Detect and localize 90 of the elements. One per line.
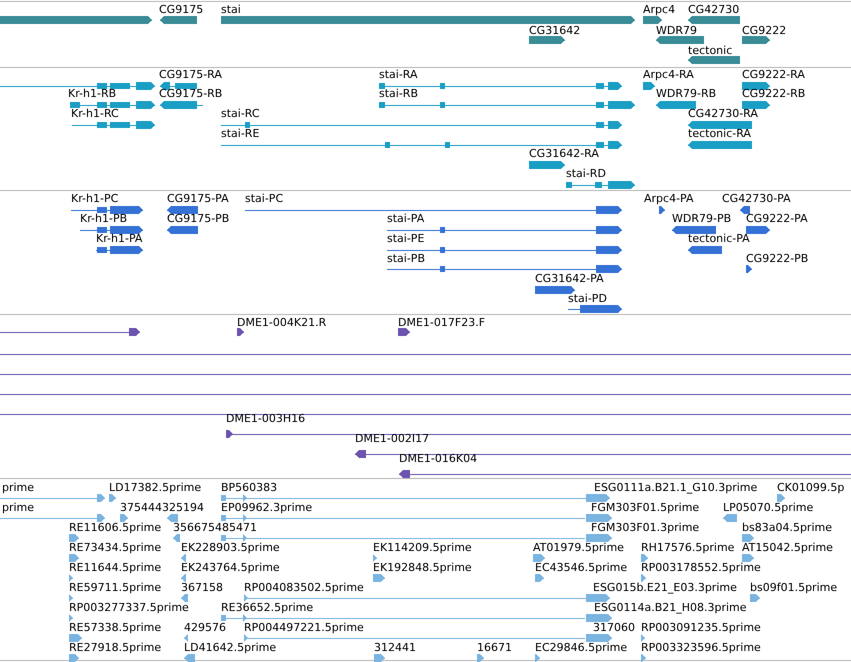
feature-label: prime xyxy=(2,502,34,514)
feature-label: CG9175-PA xyxy=(167,193,229,205)
feature-label: RP003323596.5prime xyxy=(641,642,761,654)
feature-label: AT01979.5prime xyxy=(533,542,624,554)
feature-label: CG9175-RB xyxy=(159,88,222,100)
feature-label: EK243764.5prime xyxy=(181,562,280,574)
feature-label: stai-RD xyxy=(566,168,606,180)
feature-label: RP003091235.5prime xyxy=(641,622,761,634)
feature-label: stai-PA xyxy=(387,213,424,225)
feature-label: 317060 xyxy=(593,622,635,634)
feature-label: stai-RE xyxy=(221,128,260,140)
feature-label: CG9175-PB xyxy=(167,213,230,225)
feature-label: 16671 xyxy=(477,642,512,654)
feature-label: CG31642 xyxy=(529,25,580,37)
feature-label: bs09f01.5prime xyxy=(750,582,838,594)
feature-label: tectonic xyxy=(688,45,732,57)
feature-label: CG9222-PA xyxy=(746,213,808,225)
feature-label: Kr-h1-PB xyxy=(80,213,128,225)
feature-label: stai-PC xyxy=(245,193,284,205)
feature-label: RP003178552.5prime xyxy=(641,562,761,574)
feature-label: stai-PE xyxy=(387,233,424,245)
feature-label: tectonic-PA xyxy=(688,233,750,245)
feature-label: FGM303F01.3prime xyxy=(591,522,700,534)
feature-label: WDR79-PB xyxy=(672,213,732,225)
feature-label: RE36652.5prime xyxy=(221,602,314,614)
feature-label: WDR79 xyxy=(656,25,697,37)
feature-label: DME1-004K21.R xyxy=(237,317,326,329)
feature-label: CK01099.5p xyxy=(777,482,844,494)
feature-label: CG31642-RA xyxy=(529,148,599,160)
feature-label: EK228903.5prime xyxy=(181,542,280,554)
feature-label: RE73434.5prime xyxy=(69,542,162,554)
feature-label: CG9222 xyxy=(742,25,786,37)
feature-label: 312441 xyxy=(374,642,416,654)
feature-label: Arpc4-PA xyxy=(644,193,694,205)
feature-label: RH17576.5prime xyxy=(641,542,734,554)
feature-label: CG9175-RA xyxy=(159,69,222,81)
feature-label: stai-PB xyxy=(387,253,425,265)
feature-label: CG42730-PA xyxy=(722,193,791,205)
feature-label: 429576 xyxy=(184,622,226,634)
feature-label: DME1-017F23.F xyxy=(398,317,486,329)
feature-label: FGM303F01.5prime xyxy=(591,502,700,514)
feature-label: ESG015b.E21_E03.3prime xyxy=(593,582,737,594)
feature-label: EP09962.3prime xyxy=(221,502,312,514)
feature-label: 367158 xyxy=(181,582,223,594)
feature-label: BP560383 xyxy=(221,482,278,494)
feature-label: stai-RC xyxy=(221,108,260,120)
feature-label: RP003277337.5prime xyxy=(69,602,189,614)
feature-label: Kr-h1-PC xyxy=(71,193,118,205)
feature-label: EC29846.5prime xyxy=(535,642,628,654)
feature-label: ESG0111a.B21.1_G10.3prime xyxy=(594,482,758,494)
feature-label: Arpc4 xyxy=(643,4,676,16)
feature-label: stai-RB xyxy=(379,88,418,100)
feature-label: CG42730-RA xyxy=(688,108,758,120)
feature-label: 375444325194 xyxy=(120,502,204,514)
feature-label: stai-RA xyxy=(379,69,418,81)
feature-label: RE11644.5prime xyxy=(69,562,162,574)
feature-label: CG31642-PA xyxy=(535,273,604,285)
feature-label: CG9222-PB xyxy=(746,253,808,265)
feature-label: WDR79-RB xyxy=(656,88,716,100)
feature-label: DME1-002I17 xyxy=(355,433,430,445)
feature-label: stai xyxy=(221,4,241,16)
feature-label: 356675485471 xyxy=(173,522,257,534)
feature-label: RE57338.5prime xyxy=(69,622,162,634)
feature-label: RE59711.5prime xyxy=(69,582,162,594)
feature-label: LD41642.5prime xyxy=(184,642,276,654)
feature-label: tectonic-RA xyxy=(688,128,751,140)
feature-label: CG9175 xyxy=(159,4,204,16)
feature-label: Kr-h1-PA xyxy=(96,233,142,245)
feature-label: DME1-003H16 xyxy=(226,413,306,425)
feature-label: RP004497221.5prime xyxy=(244,622,364,634)
feature-label: CG42730 xyxy=(688,4,740,16)
feature-label: CG9222-RB xyxy=(742,88,806,100)
feature-label: RE27918.5prime xyxy=(69,642,162,654)
feature-label: bs83a04.5prime xyxy=(742,522,832,534)
feature-label: RE11606.5prime xyxy=(69,522,162,534)
feature-label: EK114209.5prime xyxy=(373,542,472,554)
feature-label: AT15042.5prime xyxy=(742,542,833,554)
feature-label: Kr-h1-RB xyxy=(68,88,116,100)
feature-label: LD17382.5prime xyxy=(109,482,202,494)
feature-label: LP05070.5prime xyxy=(723,502,814,514)
feature-label: EC43546.5prime xyxy=(535,562,628,574)
feature-label: prime xyxy=(2,482,34,494)
feature-label: EK192848.5prime xyxy=(373,562,472,574)
feature-label: stai-PD xyxy=(568,293,607,305)
feature-label: Arpc4-RA xyxy=(643,69,694,81)
feature-label: CG9222-RA xyxy=(742,69,805,81)
feature-label: DME1-016K04 xyxy=(399,453,478,465)
feature-label: RP004083502.5prime xyxy=(244,582,364,594)
feature-label: ESG0114a.B21_H08.3prime xyxy=(594,602,747,614)
feature-label: Kr-h1-RC xyxy=(71,108,119,120)
